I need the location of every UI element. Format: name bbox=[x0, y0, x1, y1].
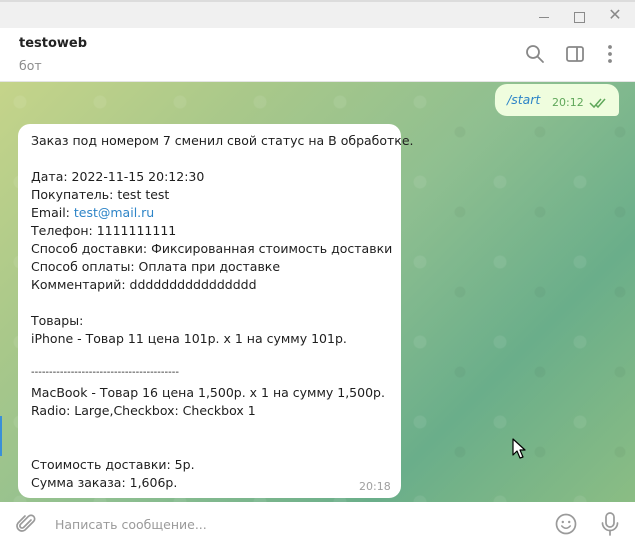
separator-line: ----------------------------------------… bbox=[31, 367, 179, 378]
search-icon[interactable] bbox=[523, 42, 547, 66]
message-line: Товары: bbox=[31, 313, 84, 328]
microphone-icon[interactable] bbox=[599, 511, 621, 541]
chat-title[interactable]: testoweb bbox=[19, 36, 87, 51]
message-line: Сумма заказа: 1,606р. bbox=[31, 475, 178, 490]
chat-status: бот bbox=[19, 58, 42, 73]
emoji-icon[interactable] bbox=[554, 512, 578, 540]
maximize-button[interactable] bbox=[562, 4, 598, 28]
title-bar: ✕ bbox=[0, 0, 635, 28]
message-line: Способ оплаты: Оплата при доставке bbox=[31, 259, 281, 274]
message-line: Комментарий: dddddddddddddddd bbox=[31, 277, 257, 292]
message-line: Покупатель: test test bbox=[31, 187, 170, 202]
message-line: Дата: 2022-11-15 20:12:30 bbox=[31, 169, 205, 184]
selection-edge bbox=[0, 416, 2, 456]
incoming-message[interactable]: Заказ под номером 7 сменил свой статус н… bbox=[18, 124, 414, 498]
message-line: Способ доставки: Фиксированная стоимость… bbox=[31, 241, 393, 256]
double-check-icon bbox=[589, 94, 609, 113]
chat-header: testoweb бот bbox=[0, 28, 635, 82]
more-vertical-icon[interactable] bbox=[598, 42, 622, 66]
mouse-cursor-icon bbox=[512, 438, 526, 464]
incoming-message-time: 20:18 bbox=[359, 480, 391, 493]
outgoing-message[interactable]: /start 20:12 bbox=[495, 84, 619, 116]
outgoing-message-text[interactable]: /start bbox=[507, 92, 540, 107]
paperclip-icon[interactable] bbox=[14, 512, 38, 540]
sidebar-panel-icon[interactable] bbox=[563, 42, 587, 66]
message-line: Заказ под номером 7 сменил свой статус н… bbox=[31, 133, 414, 148]
composer bbox=[0, 502, 635, 546]
outgoing-message-time: 20:12 bbox=[552, 96, 584, 109]
message-line: Radio: Large,Checkbox: Checkbox 1 bbox=[31, 403, 256, 418]
close-button[interactable]: ✕ bbox=[597, 4, 633, 28]
telegram-window: ✕ testoweb бот /start 20:12 Заказ под но… bbox=[0, 0, 635, 546]
message-line: Стоимость доставки: 5р. bbox=[31, 457, 195, 472]
email-link[interactable]: test@mail.ru bbox=[74, 205, 154, 220]
message-line: MacBook - Товар 16 цена 1,500р. x 1 на с… bbox=[31, 385, 385, 400]
message-list[interactable]: /start 20:12 Заказ под номером 7 сменил … bbox=[0, 82, 635, 502]
message-line: iPhone - Товар 11 цена 101р. x 1 на сумм… bbox=[31, 331, 347, 346]
minimize-button[interactable] bbox=[526, 4, 562, 28]
message-input[interactable] bbox=[55, 514, 535, 534]
message-line: Телефон: 1111111111 bbox=[31, 223, 177, 238]
email-line: Email: test@mail.ru bbox=[31, 204, 154, 222]
email-label: Email: bbox=[31, 205, 74, 220]
